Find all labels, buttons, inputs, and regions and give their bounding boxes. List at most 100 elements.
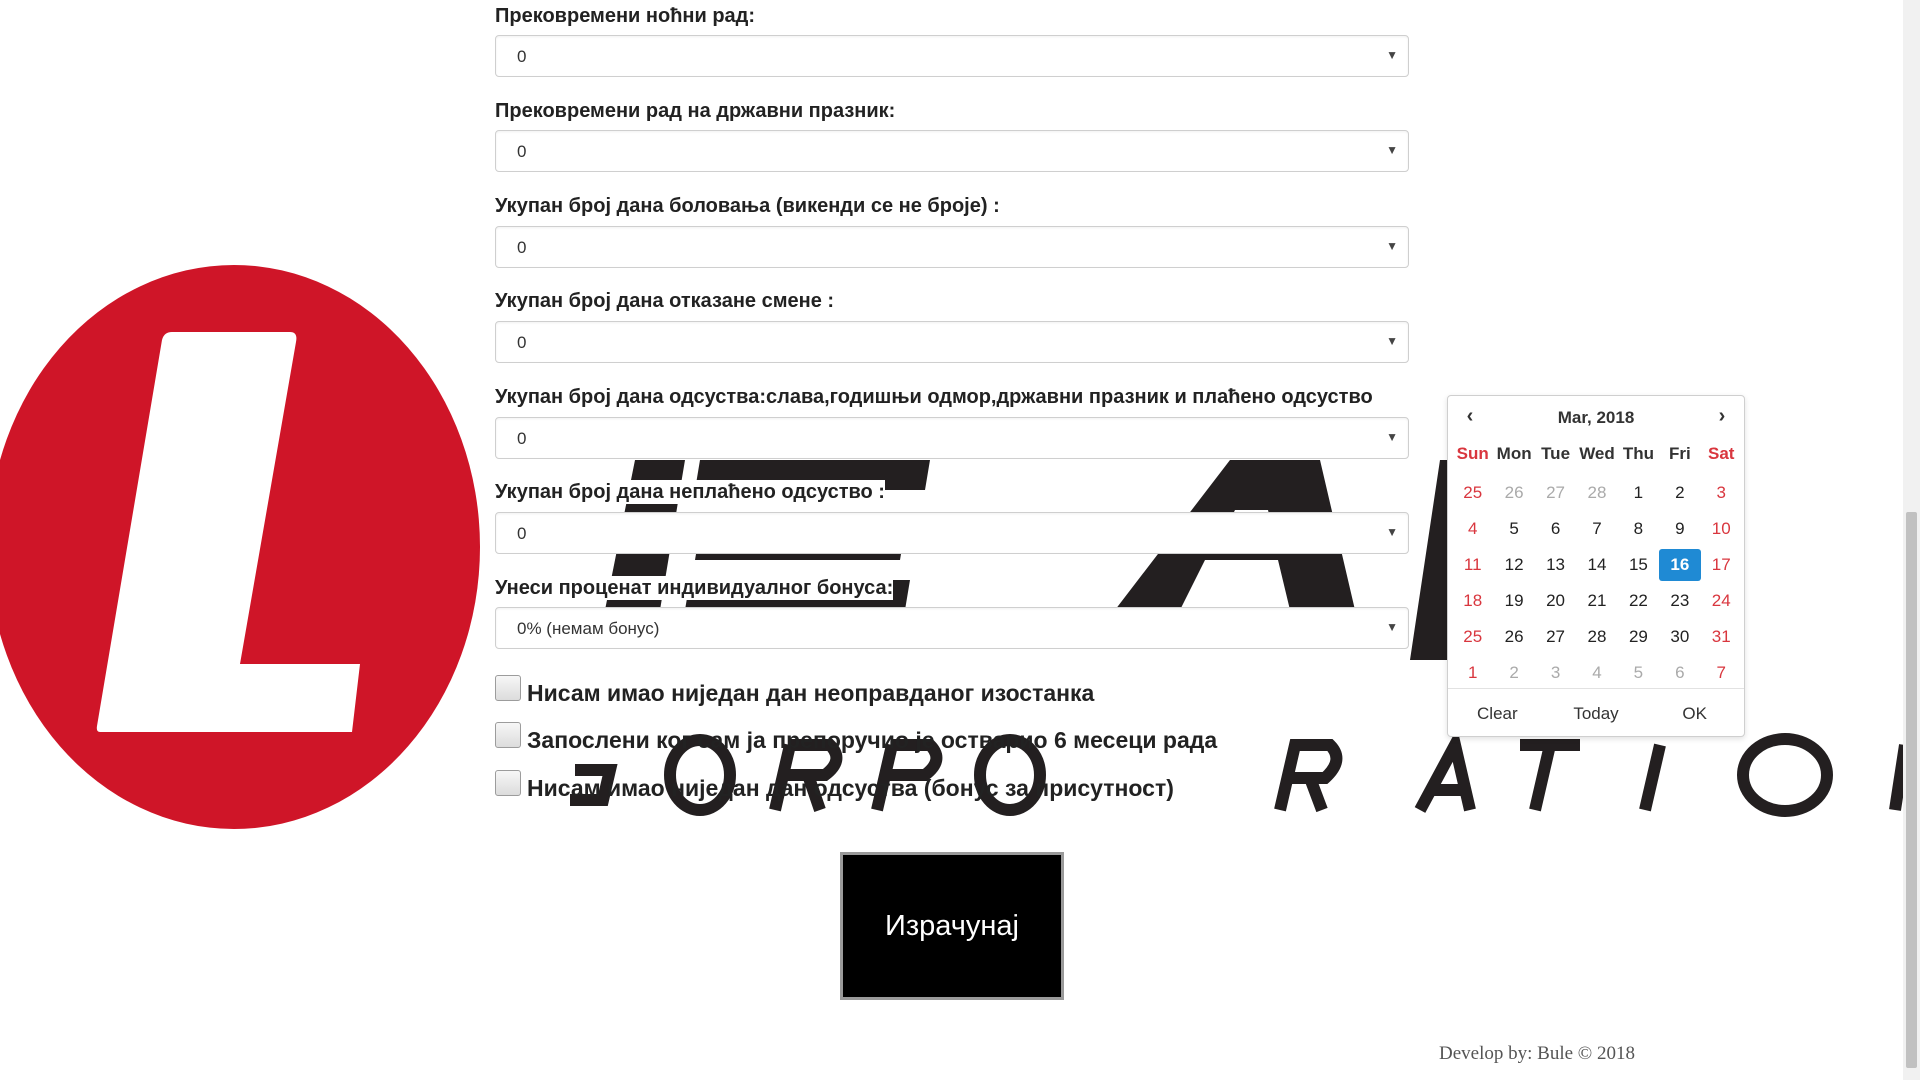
day-cell[interactable]: 19 [1493, 585, 1534, 617]
field-label: Укупан број дана одсуства:слава,годишњи … [495, 386, 1373, 408]
day-cell[interactable]: 6 [1535, 513, 1576, 545]
field-label: Укупан број дана отказане смене : [495, 290, 835, 312]
cancelled-shifts-select[interactable]: 0 ▼ [495, 321, 1409, 363]
day-cell[interactable]: 2 [1659, 477, 1700, 509]
field-label: Укупан број дана неплаћено одсуство : [495, 480, 885, 504]
week-row: 18 19 20 21 22 23 24 [1452, 585, 1742, 621]
day-cell[interactable]: 26 [1493, 477, 1534, 509]
select-value: 0 [517, 429, 527, 448]
day-cell[interactable]: 3 [1701, 477, 1742, 509]
weekday-label: Thu [1622, 444, 1654, 463]
week-row: 25 26 27 28 29 30 31 [1452, 621, 1742, 657]
day-cell[interactable]: 11 [1452, 549, 1493, 581]
weekday-label: Sun [1456, 444, 1489, 463]
datepicker-clear-button[interactable]: Clear [1448, 689, 1547, 739]
day-cell[interactable]: 21 [1576, 585, 1617, 617]
day-cell[interactable]: 27 [1535, 477, 1576, 509]
day-cell[interactable]: 22 [1618, 585, 1659, 617]
datepicker-popup: ‹ Mar, 2018 › Sun Mon Tue Wed Thu Fri Sa… [1447, 395, 1745, 737]
day-cell[interactable]: 25 [1452, 621, 1493, 653]
unpaid-absence-select[interactable]: 0 ▼ [495, 512, 1409, 554]
day-cell[interactable]: 5 [1493, 513, 1534, 545]
select-value: 0 [517, 47, 527, 66]
day-cell[interactable]: 30 [1659, 621, 1700, 653]
checkbox-label[interactable]: Нисам имао ниједан дан неоправданог изос… [527, 680, 1094, 706]
dropdown-arrow-icon: ▼ [1386, 430, 1398, 444]
paid-absence-select[interactable]: 0 ▼ [495, 417, 1409, 459]
dropdown-arrow-icon: ▼ [1386, 525, 1398, 539]
day-cell[interactable]: 4 [1576, 657, 1617, 689]
datepicker-header: ‹ Mar, 2018 › [1448, 396, 1744, 438]
weekday-label: Wed [1579, 444, 1615, 463]
day-cell[interactable]: 14 [1576, 549, 1617, 581]
field-label: Укупан број дана боловања (викенди се не… [495, 195, 1000, 217]
day-cell[interactable]: 1 [1452, 657, 1493, 689]
day-cell[interactable]: 15 [1618, 549, 1659, 581]
field-label: Прековремени ноћни рад: [495, 5, 756, 27]
checkbox-label[interactable]: Нисам имао ниједан дан одсуства (бонус з… [527, 775, 1174, 801]
day-cell[interactable]: 13 [1535, 549, 1576, 581]
holiday-overtime-select[interactable]: 0 ▼ [495, 130, 1409, 172]
night-overtime-select[interactable]: 0 ▼ [495, 35, 1409, 77]
datepicker-day-grid: 25 26 27 28 1 2 3 4 5 6 7 8 9 10 11 12 1… [1452, 477, 1742, 693]
field-label: Унеси проценат индивидуалног бонуса: [495, 576, 894, 600]
weekday-label: Mon [1496, 444, 1532, 463]
datepicker-weekdays: Sun Mon Tue Wed Thu Fri Sat [1452, 442, 1742, 466]
dropdown-arrow-icon: ▼ [1386, 143, 1398, 157]
logo-red-circle [0, 265, 480, 829]
day-cell[interactable]: 26 [1493, 621, 1534, 653]
day-cell[interactable]: 12 [1493, 549, 1534, 581]
sick-days-select[interactable]: 0 ▼ [495, 226, 1409, 268]
select-value: 0 [517, 238, 527, 257]
day-cell[interactable]: 25 [1452, 477, 1493, 509]
day-cell-selected[interactable]: 16 [1659, 549, 1701, 581]
datepicker-month-title[interactable]: Mar, 2018 [1448, 408, 1744, 428]
day-cell[interactable]: 7 [1576, 513, 1617, 545]
day-cell[interactable]: 7 [1701, 657, 1742, 689]
select-value: 0 [517, 333, 527, 352]
day-cell[interactable]: 2 [1493, 657, 1534, 689]
checkbox-row-attendance: Нисам имао ниједан дан одсуства (бонус з… [495, 770, 1409, 801]
weekday-label: Tue [1541, 444, 1571, 463]
individual-bonus-select[interactable]: 0% (немам бонус) ▼ [495, 607, 1409, 649]
referral-checkbox[interactable] [495, 722, 521, 748]
footer-credit: Develop by: Bule © 2018 [1439, 1043, 1635, 1064]
day-cell[interactable]: 31 [1701, 621, 1742, 653]
day-cell[interactable]: 4 [1452, 513, 1493, 545]
day-cell[interactable]: 5 [1618, 657, 1659, 689]
day-cell[interactable]: 20 [1535, 585, 1576, 617]
logo-l-shape [96, 332, 361, 732]
checkbox-row-referral: Запослени ког сам ја препоручио је оства… [495, 722, 1409, 753]
day-cell[interactable]: 28 [1576, 477, 1617, 509]
day-cell[interactable]: 18 [1452, 585, 1493, 617]
day-cell[interactable]: 23 [1659, 585, 1700, 617]
dropdown-arrow-icon: ▼ [1386, 239, 1398, 253]
day-cell[interactable]: 27 [1535, 621, 1576, 653]
checkbox-label[interactable]: Запослени ког сам ја препоручио је оства… [527, 727, 1217, 753]
select-value: 0 [517, 524, 527, 543]
day-cell[interactable]: 1 [1618, 477, 1659, 509]
datepicker-ok-button[interactable]: OK [1645, 689, 1744, 739]
day-cell[interactable]: 9 [1659, 513, 1700, 545]
day-cell[interactable]: 24 [1701, 585, 1742, 617]
day-cell[interactable]: 8 [1618, 513, 1659, 545]
attendance-checkbox[interactable] [495, 770, 521, 796]
datepicker-today-button[interactable]: Today [1547, 689, 1646, 739]
weekday-label: Fri [1668, 444, 1691, 463]
day-cell[interactable]: 17 [1701, 549, 1742, 581]
page-scrollbar[interactable] [1903, 0, 1920, 1080]
day-cell[interactable]: 3 [1535, 657, 1576, 689]
scrollbar-thumb[interactable] [1906, 512, 1917, 1068]
day-cell[interactable]: 28 [1576, 621, 1617, 653]
no-unexcused-checkbox[interactable] [495, 675, 521, 701]
datepicker-footer: Clear Today OK [1448, 688, 1744, 738]
day-cell[interactable]: 29 [1618, 621, 1659, 653]
dropdown-arrow-icon: ▼ [1386, 620, 1398, 634]
day-cell[interactable]: 6 [1659, 657, 1700, 689]
chevron-right-icon[interactable]: › [1712, 406, 1732, 426]
calculate-button[interactable]: Израчунај [840, 852, 1064, 1000]
dropdown-arrow-icon: ▼ [1386, 334, 1398, 348]
week-row: 4 5 6 7 8 9 10 [1452, 513, 1742, 549]
week-row: 11 12 13 14 15 16 17 [1452, 549, 1742, 585]
day-cell[interactable]: 10 [1701, 513, 1742, 545]
